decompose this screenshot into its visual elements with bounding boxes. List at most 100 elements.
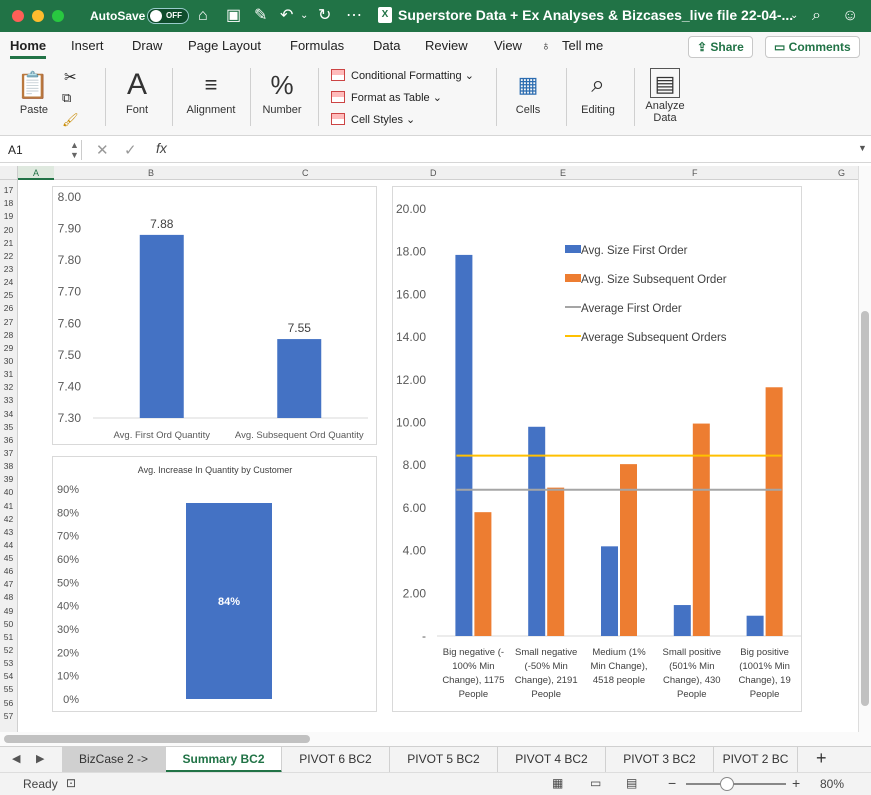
title-dropdown-icon[interactable]: ⌄	[790, 6, 798, 26]
save-icon[interactable]: ▣	[226, 6, 241, 26]
cell-styles-button[interactable]: Cell Styles ⌄	[331, 113, 415, 126]
sheet-tab-pivot-4-bc2[interactable]: PIVOT 4 BC2	[498, 747, 606, 773]
row-header[interactable]: 20	[0, 225, 17, 236]
sheet-tab-pivot-6-bc2[interactable]: PIVOT 6 BC2	[282, 747, 390, 773]
horizontal-scrollbar[interactable]	[0, 732, 871, 746]
row-header[interactable]: 35	[0, 422, 17, 433]
row-header[interactable]: 22	[0, 251, 17, 262]
search-icon[interactable]: ⌕	[812, 6, 821, 26]
comments-button[interactable]: ▭ Comments	[765, 36, 860, 58]
row-header[interactable]: 52	[0, 645, 17, 656]
row-header[interactable]: 19	[0, 211, 17, 222]
alignment-button[interactable]: ≡ Alignment	[180, 68, 242, 116]
zoom-slider-handle[interactable]	[720, 777, 734, 791]
tell-me-field[interactable]: Tell me	[562, 38, 603, 53]
sheet-tab-bizcase-2[interactable]: BizCase 2 ->	[62, 747, 166, 773]
close-window-button[interactable]	[12, 10, 24, 22]
format-painter-icon[interactable]: 🖌	[62, 112, 79, 128]
horizontal-scroll-thumb[interactable]	[4, 735, 310, 743]
row-header[interactable]: 40	[0, 487, 17, 498]
expand-formula-icon[interactable]: ▼	[858, 143, 867, 153]
tab-data[interactable]: Data	[373, 38, 400, 53]
undo-icon[interactable]: ↶	[280, 6, 293, 26]
row-header[interactable]: 54	[0, 671, 17, 682]
row-header[interactable]: 33	[0, 395, 17, 406]
row-header[interactable]: 16	[0, 180, 17, 183]
number-button[interactable]: % Number	[256, 68, 308, 116]
row-header[interactable]: 48	[0, 592, 17, 603]
cut-icon[interactable]: ✂	[64, 68, 77, 86]
row-header[interactable]: 44	[0, 540, 17, 551]
namebox-stepper-icon[interactable]: ▲ ▼	[70, 140, 79, 160]
minimize-window-button[interactable]	[32, 10, 44, 22]
row-header[interactable]: 55	[0, 684, 17, 695]
share-button[interactable]: ⇪ Share	[688, 36, 753, 58]
row-header[interactable]: 39	[0, 474, 17, 485]
font-button[interactable]: A Font	[112, 68, 162, 116]
prev-sheet-icon[interactable]: ◀	[12, 752, 20, 765]
row-header[interactable]: 24	[0, 277, 17, 288]
tab-draw[interactable]: Draw	[132, 38, 162, 53]
row-header[interactable]: 56	[0, 698, 17, 709]
analyze-data-button[interactable]: ▤ Analyze Data	[640, 68, 690, 124]
row-header[interactable]: 23	[0, 264, 17, 275]
sheet-tab-pivot-5-bc2[interactable]: PIVOT 5 BC2	[390, 747, 498, 773]
cells-button[interactable]: ▦ Cells	[504, 68, 552, 116]
paste-button[interactable]: 📋 Paste	[10, 70, 56, 116]
more-icon[interactable]: ⋯	[346, 6, 362, 26]
zoom-slider[interactable]	[686, 783, 786, 785]
add-sheet-icon[interactable]: +	[816, 748, 827, 769]
row-header[interactable]: 46	[0, 566, 17, 577]
row-header[interactable]: 34	[0, 409, 17, 420]
column-header-f[interactable]: F	[692, 166, 698, 180]
chart-order-size-by-change-group[interactable]: 20.00 18.00 16.00 14.00 12.00 10.00 8.00 6.00 4.…	[392, 186, 802, 712]
vertical-scroll-thumb[interactable]	[861, 311, 869, 706]
accessibility-icon[interactable]: ⊡	[66, 776, 76, 790]
page-layout-view-icon[interactable]: ▭	[590, 776, 601, 790]
row-header[interactable]: 25	[0, 290, 17, 301]
home-icon[interactable]: ⌂	[198, 6, 208, 26]
row-header[interactable]: 32	[0, 382, 17, 393]
function-icon[interactable]: fx	[156, 140, 167, 156]
zoom-window-button[interactable]	[52, 10, 64, 22]
row-header[interactable]: 29	[0, 343, 17, 354]
row-header[interactable]: 42	[0, 514, 17, 525]
next-sheet-icon[interactable]: ▶	[36, 752, 44, 765]
cancel-icon[interactable]: ✕	[96, 141, 109, 159]
tab-page-layout[interactable]: Page Layout	[188, 38, 261, 53]
row-header[interactable]: 43	[0, 527, 17, 538]
editing-button[interactable]: ⌕ Editing	[574, 68, 622, 116]
row-header[interactable]: 17	[0, 185, 17, 196]
format-as-table-button[interactable]: Format as Table ⌄	[331, 91, 442, 104]
row-header[interactable]: 28	[0, 330, 17, 341]
column-header-d[interactable]: D	[430, 166, 437, 180]
page-break-view-icon[interactable]: ▤	[626, 776, 637, 790]
normal-view-icon[interactable]: ▦	[552, 776, 563, 790]
sheet-tab-summary-bc2[interactable]: Summary BC2	[166, 747, 282, 773]
row-header[interactable]: 51	[0, 632, 17, 643]
sheet-tab-pivot-3-bc2[interactable]: PIVOT 3 BC2	[606, 747, 714, 773]
row-header[interactable]: 38	[0, 461, 17, 472]
zoom-level[interactable]: 80%	[820, 777, 844, 791]
select-all-corner[interactable]	[0, 166, 18, 180]
conditional-formatting-button[interactable]: Conditional Formatting ⌄	[331, 69, 474, 82]
row-header[interactable]: 37	[0, 448, 17, 459]
row-header[interactable]: 21	[0, 238, 17, 249]
row-header[interactable]: 30	[0, 356, 17, 367]
row-header[interactable]: 45	[0, 553, 17, 564]
redo-icon[interactable]: ↻	[318, 6, 331, 26]
row-header[interactable]: 27	[0, 317, 17, 328]
edit-icon[interactable]: ✎	[254, 6, 267, 26]
row-header[interactable]: 49	[0, 606, 17, 617]
column-header-c[interactable]: C	[302, 166, 309, 180]
column-header-b[interactable]: B	[148, 166, 154, 180]
row-header[interactable]: 57	[0, 711, 17, 722]
row-header[interactable]: 47	[0, 579, 17, 590]
chart-first-vs-subsequent-quantity[interactable]: 8.00 7.90 7.80 7.70 7.60 7.50 7.40 7.30 7.88 Avg.…	[52, 186, 377, 445]
row-header[interactable]: 36	[0, 435, 17, 446]
row-header[interactable]: 18	[0, 198, 17, 209]
undo-dropdown-icon[interactable]: ⌄	[300, 6, 308, 26]
formula-input[interactable]	[180, 143, 850, 159]
zoom-in-icon[interactable]: +	[792, 775, 800, 791]
column-header-e[interactable]: E	[560, 166, 566, 180]
